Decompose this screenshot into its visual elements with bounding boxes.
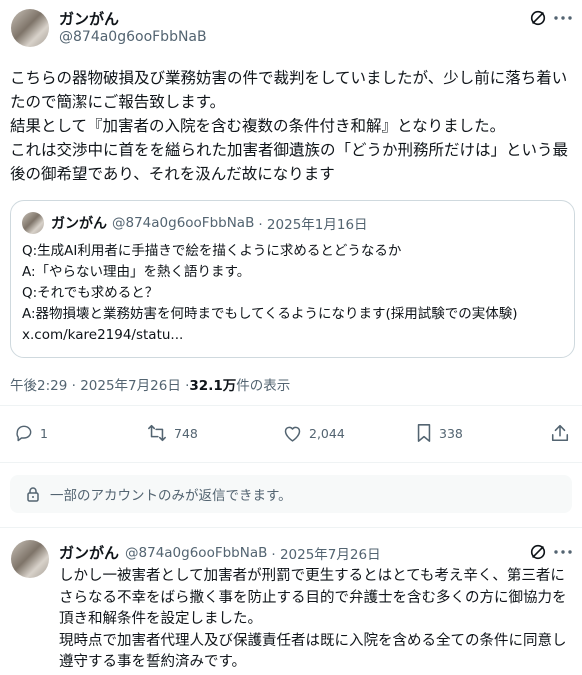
grok-icon[interactable] bbox=[529, 9, 547, 27]
repost-count: 748 bbox=[174, 425, 198, 441]
post-meta: 午後2:29 · 2025年7月26日 · 32.1万 件の表示 bbox=[10, 374, 290, 394]
share-icon bbox=[550, 423, 570, 443]
like-button[interactable]: 2,044 bbox=[282, 423, 345, 443]
reply-author-handle[interactable]: @874a0g6ooFbbNaB bbox=[125, 545, 267, 561]
quoted-author-name: ガンがん bbox=[51, 216, 107, 232]
divider bbox=[0, 462, 582, 463]
grok-icon[interactable] bbox=[529, 543, 547, 561]
repost-button[interactable]: 748 bbox=[146, 423, 198, 443]
reply-body: しかし一被害者として加害者が刑罰で更生するとはとても考え辛く、第三者にさらなる不… bbox=[59, 568, 567, 670]
quoted-author-avatar bbox=[22, 212, 44, 234]
post-timestamp[interactable]: 午後2:29 · 2025年7月26日 · bbox=[10, 374, 189, 394]
reply-restriction-text: 一部のアカウントのみが返信できます。 bbox=[50, 488, 292, 504]
views-count: 32.1万 bbox=[189, 378, 237, 394]
like-icon bbox=[282, 423, 303, 443]
quoted-post[interactable]: ガンがん @874a0g6ooFbbNaB · 2025年1月16日 Q:生成A… bbox=[10, 200, 575, 358]
divider bbox=[0, 527, 582, 528]
quoted-date: · 2025年1月16日 bbox=[258, 217, 368, 233]
bookmark-count: 338 bbox=[439, 425, 463, 441]
author-avatar[interactable] bbox=[11, 9, 49, 47]
reply-date[interactable]: · 2025年7月26日 bbox=[271, 543, 380, 563]
more-icon[interactable] bbox=[554, 550, 572, 554]
like-count: 2,044 bbox=[309, 425, 345, 441]
repost-icon bbox=[146, 423, 168, 443]
quoted-text: Q:生成AI利用者に手描きで絵を描くように求めるとどうなるか A:「やらない理由… bbox=[22, 243, 518, 343]
quoted-author-handle: @874a0g6ooFbbNaB bbox=[112, 215, 255, 231]
author-name[interactable]: ガンがん bbox=[59, 8, 119, 29]
reply-icon bbox=[14, 423, 34, 443]
lock-icon bbox=[26, 486, 40, 502]
divider bbox=[0, 405, 582, 406]
reply-author-avatar[interactable] bbox=[11, 540, 49, 578]
bookmark-button[interactable]: 338 bbox=[415, 423, 463, 443]
reply-author-name[interactable]: ガンがん bbox=[59, 542, 119, 563]
reply-restriction-notice: 一部のアカウントのみが返信できます。 bbox=[10, 475, 572, 513]
author-handle[interactable]: @874a0g6ooFbbNaB bbox=[59, 29, 207, 45]
views-label: 件の表示 bbox=[236, 378, 291, 394]
more-icon[interactable] bbox=[554, 16, 572, 20]
bookmark-icon bbox=[415, 423, 433, 443]
share-button[interactable] bbox=[550, 423, 570, 443]
reply-button[interactable]: 1 bbox=[14, 423, 48, 443]
reply-count: 1 bbox=[40, 425, 48, 441]
post-body: こちらの器物破損及び業務妨害の件で裁判をしていましたが、少し前に落ち着いたので簡… bbox=[10, 69, 569, 183]
